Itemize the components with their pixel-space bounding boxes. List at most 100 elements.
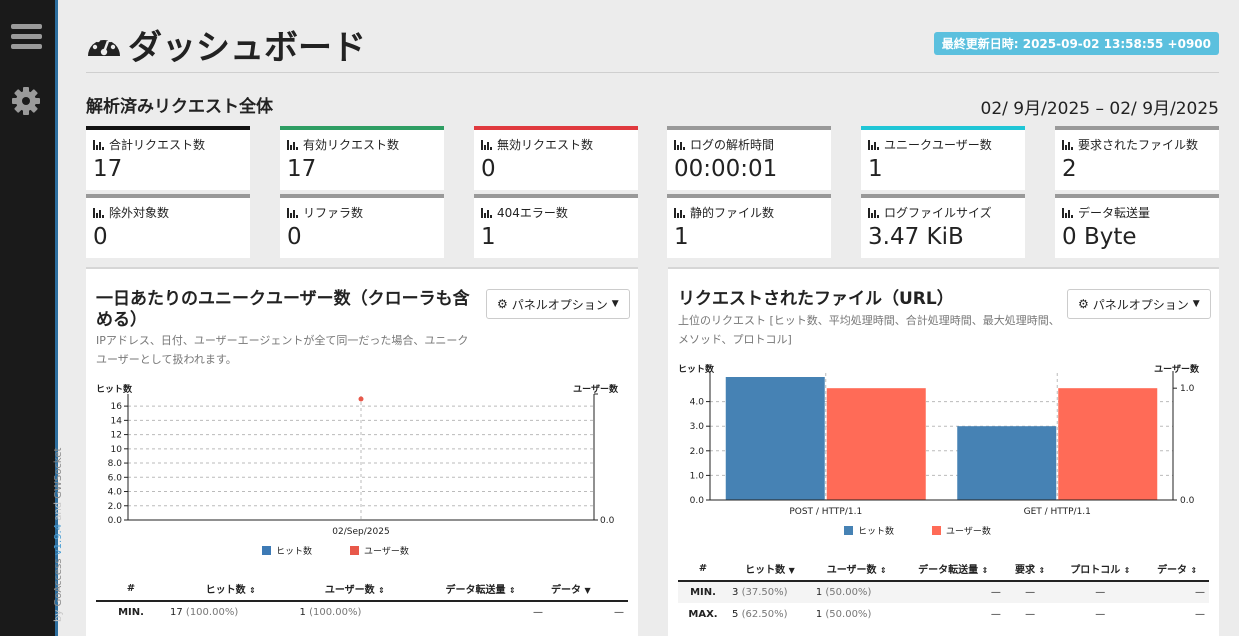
bar-visitors <box>826 388 926 500</box>
settings-gear-icon[interactable] <box>10 85 42 117</box>
requests-panel-subtitle: 上位のリクエスト [ヒット数、平均処理時間、合計処理時間、最大処理時間、メソッド… <box>678 314 1060 346</box>
stat-value: 2 <box>1062 156 1077 182</box>
stat-value: 1 <box>481 224 496 250</box>
y-axis-left-title: ヒット数 <box>96 383 133 395</box>
y-axis-left-title: ヒット数 <box>678 363 715 375</box>
col-protocol[interactable]: プロトコル ⇕ <box>1055 557 1146 582</box>
caret-down-icon: ▼ <box>611 299 619 309</box>
legend-hits: ヒット数 <box>262 544 312 557</box>
bar-chart-icon <box>481 139 493 150</box>
menu-icon[interactable] <box>11 24 42 50</box>
stat-card: 無効リクエスト数 0 <box>474 126 638 190</box>
legend-hits: ヒット数 <box>844 524 894 537</box>
bar-chart-icon <box>868 207 880 218</box>
stat-label: ログの解析時間 <box>674 136 824 153</box>
requests-panel-options-button[interactable]: ⚙ パネルオプション ▼ <box>1067 289 1211 319</box>
data-point-hits <box>358 396 364 402</box>
y-tick-label: 6.0 <box>108 473 123 483</box>
bar-chart-icon <box>481 207 493 218</box>
stat-value: 0 Byte <box>1062 224 1137 250</box>
credit-text: by GoAccess v1.9.4 and GWSocket <box>53 447 64 622</box>
stat-label: データ転送量 <box>1062 204 1212 221</box>
col-method[interactable]: 要求 ⇕ <box>1004 557 1056 582</box>
stat-value: 17 <box>93 156 123 182</box>
y-tick-label: 10 <box>111 445 123 455</box>
bar-hits <box>957 426 1057 500</box>
cog-icon: ⚙ <box>1078 297 1089 311</box>
stat-label: 除外対象数 <box>93 204 243 221</box>
bar-chart-icon <box>1062 207 1074 218</box>
y-right-tick-label: 0.0 <box>600 516 615 526</box>
gwsocket-link[interactable]: GWSocket <box>53 448 64 499</box>
x-tick-label: GET / HTTP/1.1 <box>1024 507 1091 517</box>
stat-card: 要求されたファイル数 2 <box>1055 126 1219 190</box>
y-tick-label: 2.0 <box>108 502 123 512</box>
visitors-panel: 一日あたりのユニークユーザー数（クローラも含める） IPアドレス、日付、ユーザー… <box>86 267 638 636</box>
stat-label: 無効リクエスト数 <box>481 136 631 153</box>
y-tick-label: 16 <box>111 402 123 412</box>
bar-chart-icon <box>93 207 105 218</box>
col-bandwidth[interactable]: データ転送量 ⇕ <box>901 557 1005 582</box>
requests-chart: ヒット数 ユーザー数 0.0 1.0 2.0 3.0 4.0 0.0 1.0 POST / HTT… <box>678 363 1200 517</box>
stat-label: 要求されたファイル数 <box>1062 136 1212 153</box>
page-title-text: ダッシュボード <box>128 28 366 68</box>
stat-card: ユニークユーザー数 1 <box>861 126 1025 190</box>
sidebar: by GoAccess v1.9.4 and GWSocket <box>0 0 64 636</box>
stat-card: 有効リクエスト数 17 <box>280 126 444 190</box>
col-visitors[interactable]: ユーザー数 ⇕ <box>811 557 902 582</box>
y-axis-right-title: ユーザー数 <box>1154 363 1200 375</box>
y-tick-label: 14 <box>111 416 123 426</box>
bar-chart-icon <box>674 207 686 218</box>
col-bandwidth[interactable]: データ転送量 ⇕ <box>414 577 548 602</box>
stat-label: ログファイルサイズ <box>868 204 1018 221</box>
stat-value: 0 <box>93 224 108 250</box>
bar-chart-icon <box>287 207 299 218</box>
page-title: ダッシュボード <box>86 20 366 69</box>
y-tick-label: 0.0 <box>690 496 705 506</box>
col-hits[interactable]: ヒット数 ⇕ <box>166 577 296 602</box>
x-tick-label: 02/Sep/2025 <box>332 527 389 537</box>
y-tick-label: 4.0 <box>108 488 123 498</box>
visitors-panel-subtitle: IPアドレス、日付、ユーザーエージェントが全て同一だった場合、ユニークユーザーと… <box>96 334 469 366</box>
stat-label: 静的ファイル数 <box>674 204 824 221</box>
col-index: # <box>678 557 728 582</box>
stat-value: 1 <box>868 156 883 182</box>
col-visitors[interactable]: ユーザー数 ⇕ <box>295 577 415 602</box>
table-row: MIN. 17 (100.00%) 1 (100.00%) — — <box>118 607 624 618</box>
stat-card: データ転送量 0 Byte <box>1055 194 1219 258</box>
requests-chart-legend: ヒット数 ユーザー数 <box>844 524 991 537</box>
stat-value: 00:00:01 <box>674 156 778 182</box>
requests-panel-title: リクエストされたファイル（URL） <box>678 289 954 309</box>
stat-card: ログの解析時間 00:00:01 <box>667 126 831 190</box>
y-axis-right-title: ユーザー数 <box>573 383 619 395</box>
stat-value: 17 <box>287 156 317 182</box>
legend-visitors: ユーザー数 <box>932 524 991 537</box>
last-updated-badge: 最終更新日時: 2025-09-02 13:58:55 +0900 <box>933 32 1219 55</box>
table-row: MAX. 5 (62.50%) 1 (50.00%) — — — — <box>688 608 1205 620</box>
stat-value: 1 <box>674 224 689 250</box>
table-row: MIN. 3 (37.50%) 1 (50.00%) — — — — <box>678 581 1209 603</box>
y-tick-label: 2.0 <box>690 447 705 457</box>
stat-label: ユニークユーザー数 <box>868 136 1018 153</box>
visitors-chart: ヒット数 ユーザー数 0.0 2.0 4.0 6.0 8.0 10 12 14 16 0.0 02/Se… <box>96 383 619 537</box>
y-right-tick-label: 1.0 <box>1180 384 1195 394</box>
col-data[interactable]: データ ⇕ <box>1145 557 1209 582</box>
y-tick-label: 0.0 <box>108 516 123 526</box>
stat-card: 404エラー数 1 <box>474 194 638 258</box>
caret-down-icon: ▼ <box>1192 299 1200 309</box>
col-hits[interactable]: ヒット数 ▼ <box>728 557 812 582</box>
bar-chart-icon <box>674 139 686 150</box>
col-data[interactable]: データ ▼ <box>547 577 628 602</box>
col-index: # <box>96 577 166 602</box>
requests-table: # ヒット数 ▼ ユーザー数 ⇕ データ転送量 ⇕ 要求 ⇕ プロトコル ⇕ デ… <box>678 557 1209 625</box>
stat-card: 合計リクエスト数 17 <box>86 126 250 190</box>
stat-label: 404エラー数 <box>481 204 631 221</box>
visitors-panel-options-button[interactable]: ⚙ パネルオプション ▼ <box>486 289 630 319</box>
stat-value: 3.47 KiB <box>868 224 964 250</box>
page-header: ダッシュボード 最終更新日時: 2025-09-02 13:58:55 +090… <box>86 18 1219 73</box>
bar-chart-icon <box>1062 139 1074 150</box>
y-tick-label: 1.0 <box>690 471 705 481</box>
goaccess-link[interactable]: GoAccess <box>53 558 64 606</box>
y-tick-label: 4.0 <box>690 398 705 408</box>
overall-title: 解析済みリクエスト全体 <box>86 97 273 117</box>
